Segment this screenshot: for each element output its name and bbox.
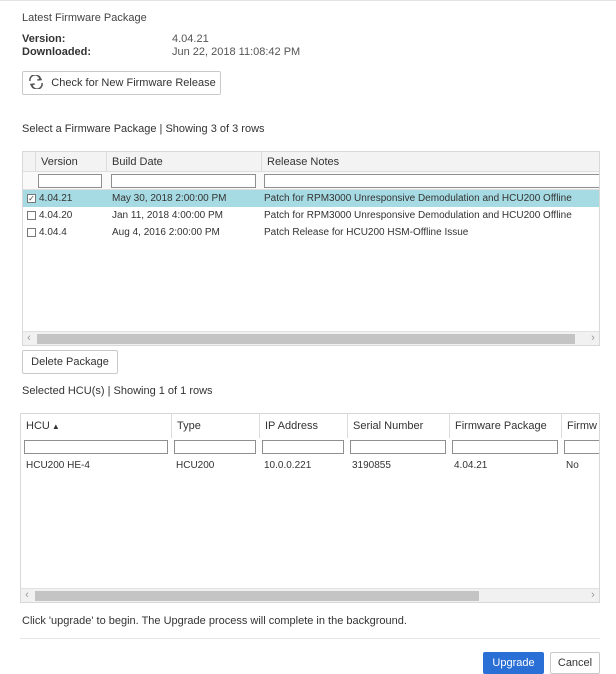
check-firmware-label: Check for New Firmware Release bbox=[51, 77, 216, 89]
row-type: HCU200 bbox=[176, 460, 215, 471]
filter-firmware-input[interactable] bbox=[452, 440, 558, 454]
version-label: Version: bbox=[22, 33, 66, 45]
top-divider bbox=[0, 0, 616, 6]
filter-serial-input[interactable] bbox=[350, 440, 446, 454]
col-firmware-package[interactable]: Firmware Package bbox=[449, 414, 561, 438]
col-release-notes[interactable]: Release Notes bbox=[261, 152, 599, 172]
delete-package-label: Delete Package bbox=[31, 356, 109, 368]
upgrade-label: Upgrade bbox=[492, 657, 535, 669]
row-build-date: Jan 11, 2018 4:00:00 PM bbox=[112, 210, 224, 221]
filter-extra-input[interactable] bbox=[564, 440, 599, 454]
cancel-button[interactable]: Cancel bbox=[550, 652, 600, 674]
row-release-notes: Patch for RPM3000 Unresponsive Demodulat… bbox=[264, 193, 572, 204]
row-release-notes: Patch for RPM3000 Unresponsive Demodulat… bbox=[264, 210, 572, 221]
latest-firmware-title: Latest Firmware Package bbox=[22, 12, 147, 24]
row-version: 4.04.20 bbox=[39, 210, 73, 221]
filter-version-input[interactable] bbox=[38, 174, 102, 188]
row-version: 4.04.4 bbox=[39, 227, 67, 238]
col-hcu-label: HCU bbox=[26, 420, 50, 432]
row-hcu: HCU200 HE-4 bbox=[26, 460, 90, 471]
scroll-thumb[interactable] bbox=[37, 334, 575, 344]
row-checkbox[interactable] bbox=[27, 228, 36, 237]
scroll-left-icon[interactable]: ‹ bbox=[21, 589, 33, 602]
scroll-left-icon[interactable]: ‹ bbox=[23, 332, 35, 345]
hcu-caption: Selected HCU(s) | Showing 1 of 1 rows bbox=[22, 385, 213, 397]
row-extra: No bbox=[566, 460, 579, 471]
row-build-date: May 30, 2018 2:00:00 PM bbox=[112, 193, 227, 204]
package-row[interactable]: ✓ 4.04.21 May 30, 2018 2:00:00 PM Patch … bbox=[23, 190, 599, 207]
scroll-thumb[interactable] bbox=[35, 591, 479, 601]
hcu-grid: HCU ▲ Type IP Address Serial Number Firmw… bbox=[20, 413, 600, 603]
col-firmware-extra[interactable]: Firmw bbox=[561, 414, 599, 438]
row-release-notes: Patch Release for HCU200 HSM-Offline Iss… bbox=[264, 227, 469, 238]
col-version[interactable]: Version bbox=[35, 152, 106, 172]
hcu-horizontal-scrollbar[interactable]: ‹ › bbox=[21, 588, 599, 602]
filter-ip-input[interactable] bbox=[262, 440, 344, 454]
check-firmware-button[interactable]: Check for New Firmware Release bbox=[22, 71, 221, 95]
package-row[interactable]: 4.04.4 Aug 4, 2016 2:00:00 PM Patch Rele… bbox=[23, 224, 599, 241]
filter-build-date-input[interactable] bbox=[111, 174, 256, 188]
downloaded-value: Jun 22, 2018 11:08:42 PM bbox=[172, 46, 301, 58]
col-build-date[interactable]: Build Date bbox=[106, 152, 261, 172]
filter-release-notes-input[interactable] bbox=[264, 174, 599, 188]
check-mark-icon: ✓ bbox=[28, 194, 35, 203]
cancel-label: Cancel bbox=[557, 657, 593, 669]
sort-ascending-icon[interactable]: ▲ bbox=[52, 422, 60, 431]
version-value: 4.04.21 bbox=[172, 33, 209, 45]
upgrade-button[interactable]: Upgrade bbox=[483, 652, 544, 674]
row-serial: 3190855 bbox=[352, 460, 391, 471]
downloaded-label: Downloaded: bbox=[22, 46, 92, 58]
row-checkbox[interactable] bbox=[27, 211, 36, 220]
refresh-icon bbox=[27, 73, 45, 92]
firmware-package-grid: Version Build Date Release Notes ✓ 4.04.… bbox=[22, 151, 600, 346]
packages-caption: Select a Firmware Package | Showing 3 of… bbox=[22, 123, 265, 135]
packages-filter-row bbox=[23, 172, 599, 190]
hcu-filter-row bbox=[21, 438, 599, 456]
delete-package-button[interactable]: Delete Package bbox=[22, 350, 118, 374]
row-build-date: Aug 4, 2016 2:00:00 PM bbox=[112, 227, 220, 238]
scroll-right-icon[interactable]: › bbox=[587, 332, 599, 345]
row-ip: 10.0.0.221 bbox=[264, 460, 312, 471]
row-firmware: 4.04.21 bbox=[454, 460, 488, 471]
filter-type-input[interactable] bbox=[174, 440, 256, 454]
col-serial-number[interactable]: Serial Number bbox=[347, 414, 449, 438]
scroll-right-icon[interactable]: › bbox=[587, 589, 599, 602]
footer-divider bbox=[20, 638, 600, 639]
filter-hcu-input[interactable] bbox=[24, 440, 168, 454]
upgrade-hint: Click 'upgrade' to begin. The Upgrade pr… bbox=[22, 615, 407, 627]
package-row[interactable]: 4.04.20 Jan 11, 2018 4:00:00 PM Patch fo… bbox=[23, 207, 599, 224]
col-hcu[interactable]: HCU ▲ bbox=[21, 414, 171, 438]
hcu-row[interactable]: HCU200 HE-4 HCU200 10.0.0.221 3190855 4.… bbox=[21, 457, 599, 474]
col-ip-address[interactable]: IP Address bbox=[259, 414, 347, 438]
row-version: 4.04.21 bbox=[39, 193, 73, 204]
packages-header: Version Build Date Release Notes bbox=[23, 152, 599, 172]
row-checkbox[interactable]: ✓ bbox=[27, 194, 36, 203]
packages-horizontal-scrollbar[interactable]: ‹ › bbox=[23, 331, 599, 345]
hcu-header: HCU ▲ Type IP Address Serial Number Firmw… bbox=[21, 414, 599, 438]
col-type[interactable]: Type bbox=[171, 414, 259, 438]
